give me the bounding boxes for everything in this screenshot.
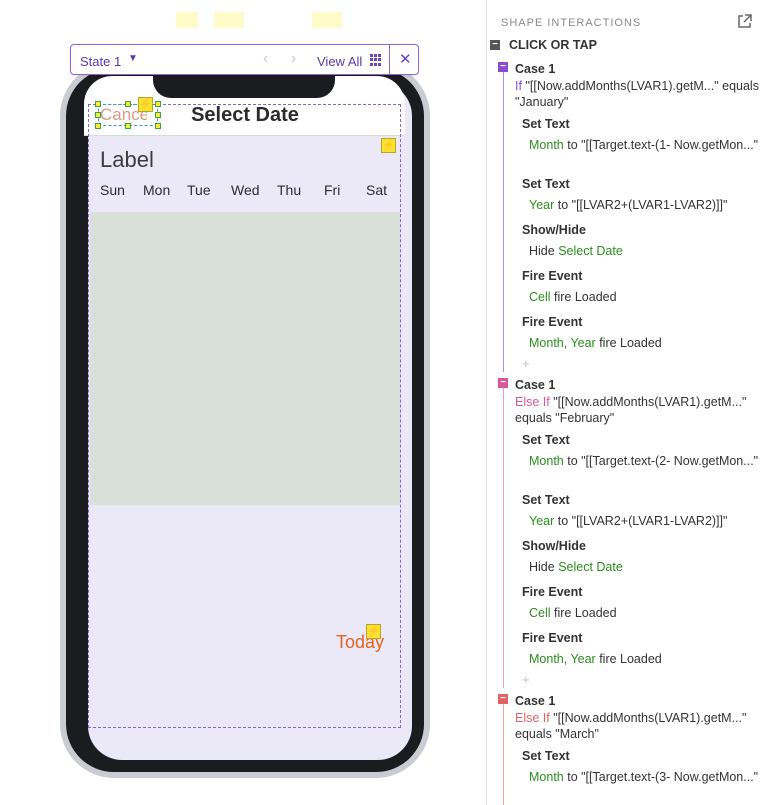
chevron-right-icon[interactable]: ›	[291, 50, 296, 68]
interaction-bolt-icon[interactable]: ⚡	[381, 138, 396, 153]
condition-keyword: If	[515, 79, 522, 93]
action-title: Set Text	[522, 433, 570, 447]
case-condition: If "[[Now.addMonths(LVAR1).getM..." equa…	[515, 78, 765, 110]
condition-text: "[[Now.addMonths(LVAR1).getM..." equals …	[515, 711, 747, 741]
case-line	[503, 704, 504, 805]
weekday-label: Thu	[277, 182, 302, 198]
collapse-icon[interactable]: −	[498, 62, 508, 72]
action-title: Set Text	[522, 749, 570, 763]
resize-handle[interactable]	[95, 123, 101, 129]
condition-keyword: Else If	[515, 711, 550, 725]
collapse-icon[interactable]: −	[490, 40, 500, 50]
interaction-bolt-icon[interactable]: ⚡	[366, 624, 381, 639]
case-condition: Else If "[[Now.addMonths(LVAR1).getM..."…	[515, 710, 765, 742]
action-detail: Cell fire Loaded	[529, 606, 617, 620]
action-detail: Hide Select Date	[529, 244, 623, 258]
resize-handle[interactable]	[125, 101, 131, 107]
resize-handle[interactable]	[95, 101, 101, 107]
weekday-label: Sat	[366, 182, 388, 198]
action-title: Show/Hide	[522, 539, 586, 553]
add-action-icon[interactable]: +	[522, 672, 530, 687]
sticky-note[interactable]	[176, 12, 198, 28]
design-canvas[interactable]: Cancel ⚡ Select Date ⚡ Label Sun Mon Tue…	[0, 0, 487, 805]
add-action-icon[interactable]: +	[522, 356, 530, 371]
sticky-note[interactable]	[214, 12, 244, 28]
event-label: CLICK OR TAP	[509, 38, 597, 52]
resize-handle[interactable]	[95, 112, 101, 118]
popout-icon[interactable]	[736, 13, 753, 30]
action-title: Set Text	[522, 177, 570, 191]
collapse-icon[interactable]: −	[498, 378, 508, 388]
panel-title: SHAPE INTERACTIONS	[501, 17, 642, 29]
case-line	[503, 388, 504, 688]
action-detail: Hide Select Date	[529, 560, 623, 574]
close-icon[interactable]: ✕	[399, 50, 412, 68]
case-title: Case 1	[515, 378, 556, 392]
action-title: Set Text	[522, 117, 570, 131]
view-all-button[interactable]: View All	[317, 54, 362, 69]
action-title: Fire Event	[522, 585, 583, 599]
resize-handle[interactable]	[155, 112, 161, 118]
condition-keyword: Else If	[515, 395, 550, 409]
action-detail: Month, Year fire Loaded	[529, 652, 662, 666]
action-detail: Cell fire Loaded	[529, 290, 617, 304]
case-title: Case 1	[515, 62, 556, 76]
interaction-bolt-icon[interactable]: ⚡	[138, 97, 153, 112]
condition-text: "[[Now.addMonths(LVAR1).getM..." equals …	[515, 395, 747, 425]
sticky-note[interactable]	[312, 12, 342, 28]
resize-handle[interactable]	[155, 101, 161, 107]
action-detail: Month to "[[Target.text-(1- Now.getMon..…	[529, 138, 759, 152]
action-detail: Year to "[[LVAR2+(LVAR1-LVAR2)]]"	[529, 514, 728, 528]
action-detail: Month to "[[Target.text-(2- Now.getMon..…	[529, 454, 759, 468]
weekday-label: Fri	[324, 182, 341, 198]
shape-interactions-panel: SHAPE INTERACTIONS − CLICK OR TAP − Case…	[488, 0, 774, 805]
action-detail: Month to "[[Target.text-(3- Now.getMon..…	[529, 770, 759, 784]
weekday-label: Tue	[187, 182, 211, 198]
action-title: Fire Event	[522, 315, 583, 329]
action-detail: Year to "[[LVAR2+(LVAR1-LVAR2)]]"	[529, 198, 728, 212]
case-condition: Else If "[[Now.addMonths(LVAR1).getM..."…	[515, 394, 765, 426]
month-label: Label	[100, 147, 154, 172]
action-title: Show/Hide	[522, 223, 586, 237]
action-title: Fire Event	[522, 631, 583, 645]
condition-text: "[[Now.addMonths(LVAR1).getM..." equals …	[515, 79, 759, 109]
case-line	[503, 72, 504, 372]
resize-handle[interactable]	[155, 123, 161, 129]
action-title: Fire Event	[522, 269, 583, 283]
collapse-icon[interactable]: −	[498, 694, 508, 704]
action-detail: Month, Year fire Loaded	[529, 336, 662, 350]
state-dropdown[interactable]: State 1	[80, 54, 121, 69]
weekday-label: Sun	[100, 182, 125, 198]
grid-icon[interactable]	[370, 54, 382, 66]
caret-down-icon[interactable]: ▼	[128, 53, 138, 64]
case-title: Case 1	[515, 694, 556, 708]
weekday-label: Mon	[143, 182, 171, 198]
chevron-left-icon[interactable]: ‹	[263, 50, 268, 68]
state-toolbar: State 1 ▼ ‹ › View All ✕	[70, 44, 419, 75]
resize-handle[interactable]	[125, 123, 131, 129]
weekday-label: Wed	[231, 182, 260, 198]
page-title: Select Date	[191, 104, 299, 126]
action-title: Set Text	[522, 493, 570, 507]
divider	[389, 45, 390, 74]
